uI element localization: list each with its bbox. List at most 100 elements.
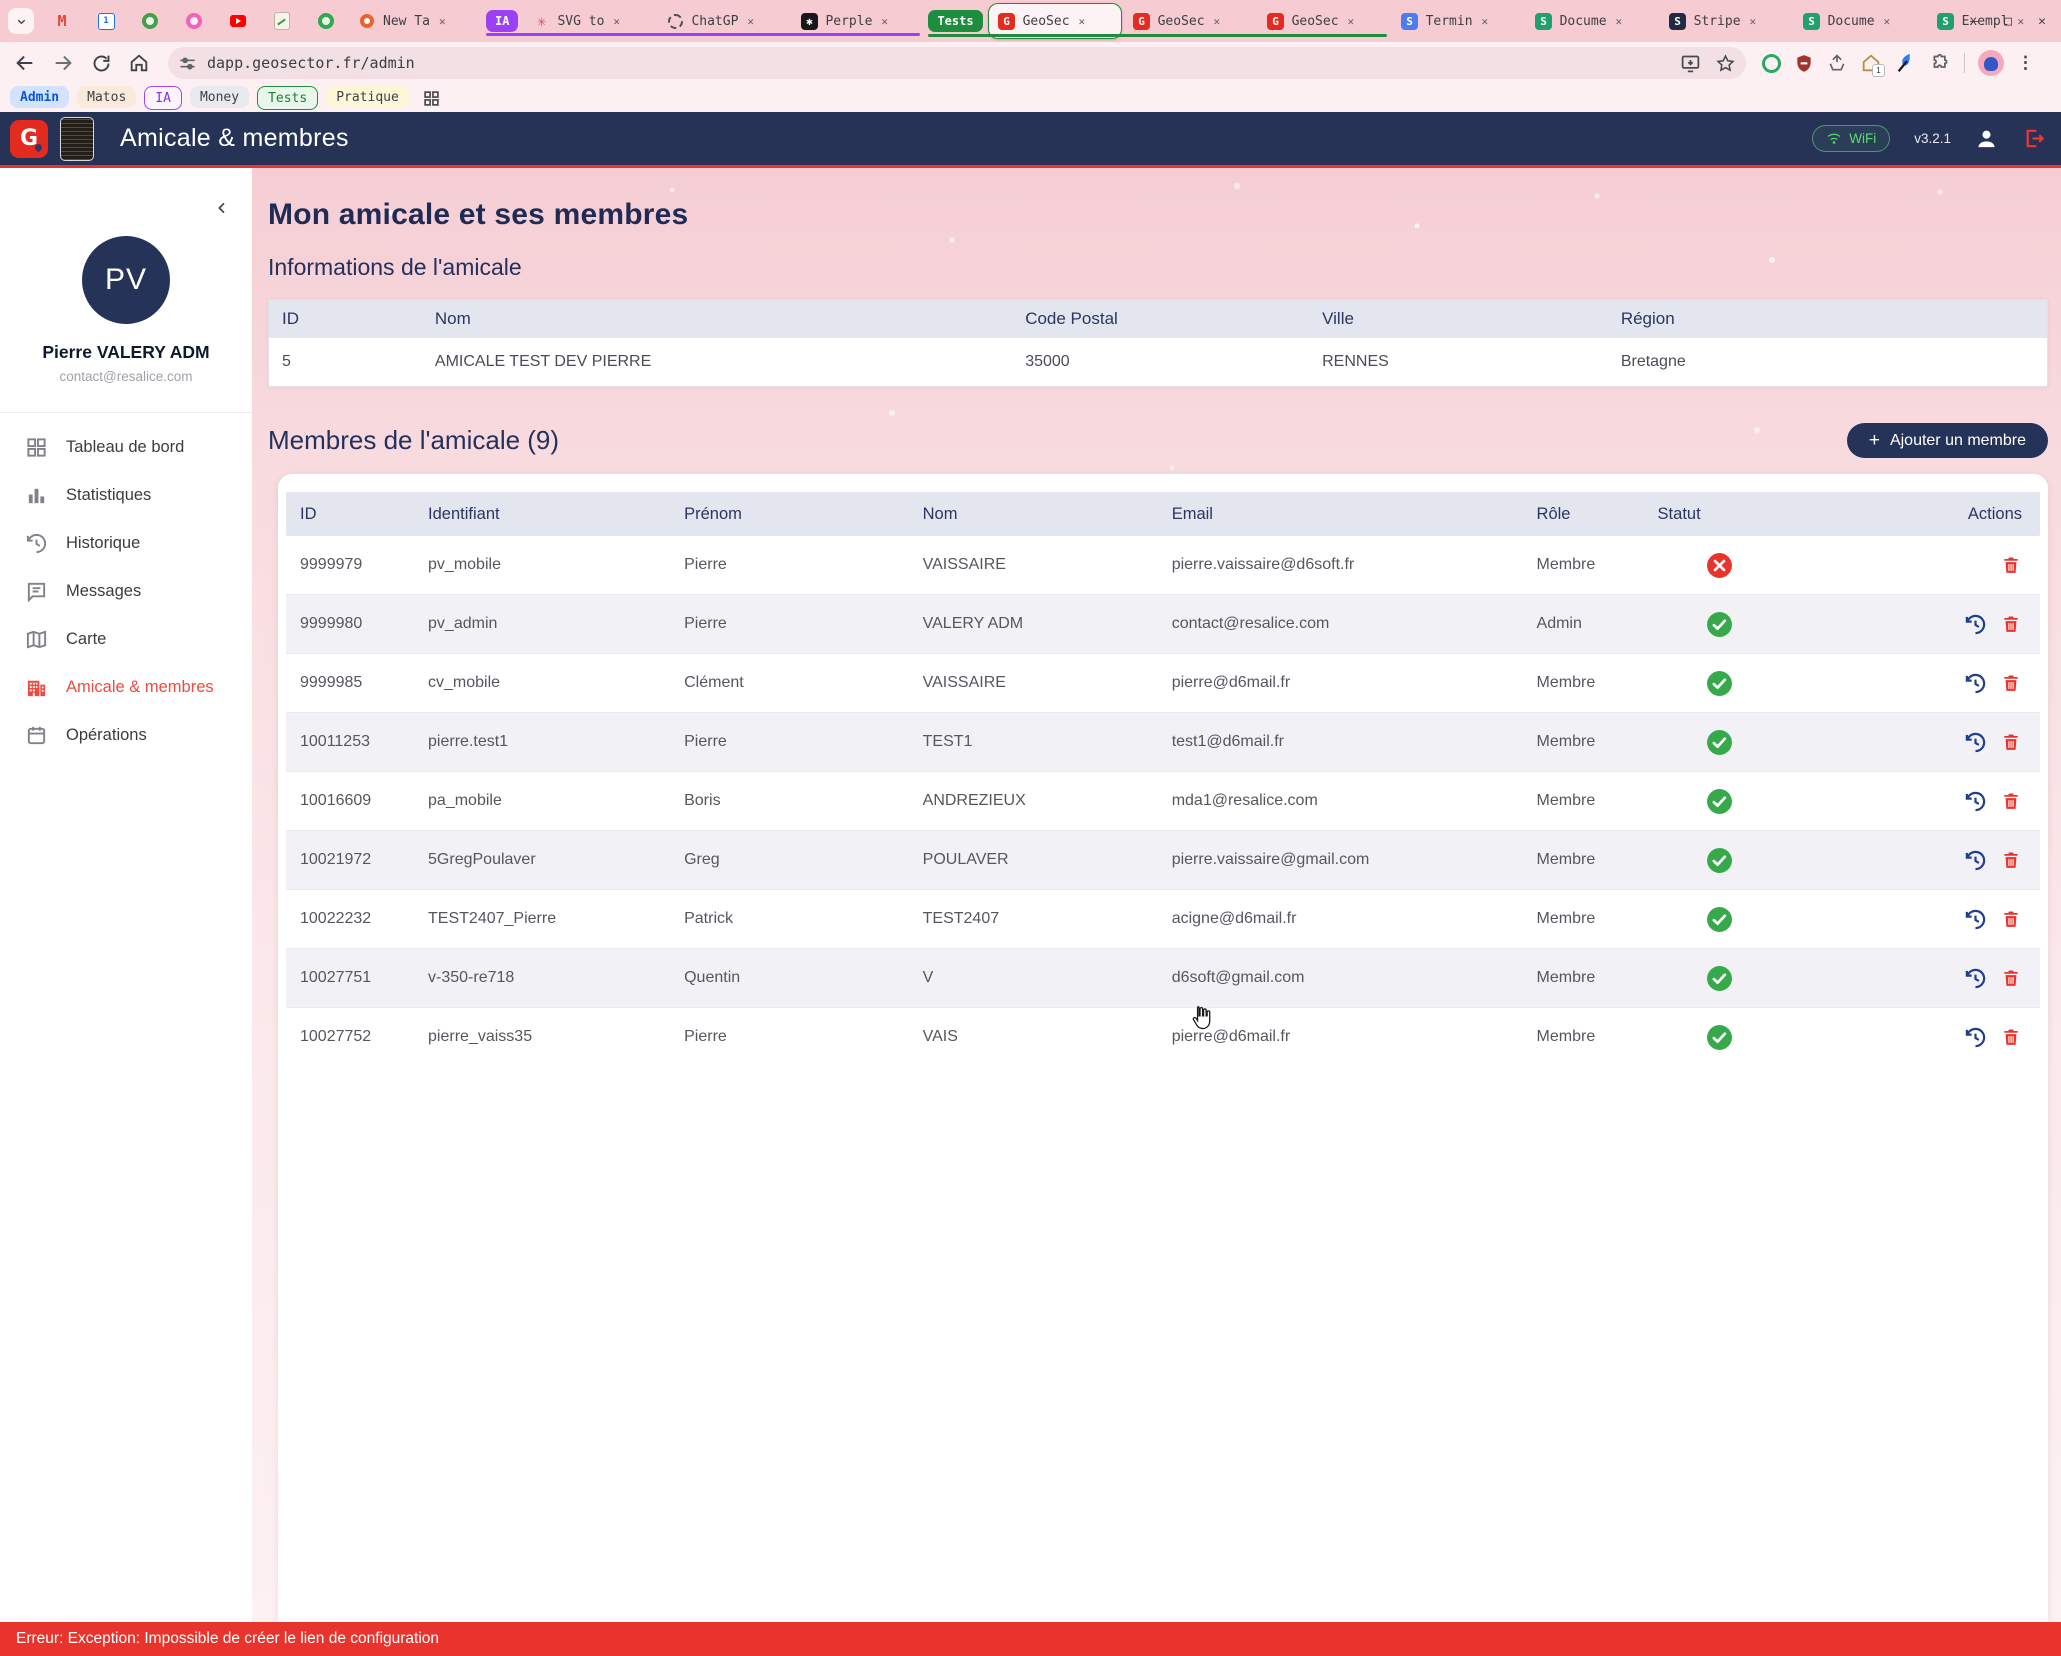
bookmark-group-tests[interactable]: Tests: [257, 86, 318, 110]
delete-member-button[interactable]: [2000, 967, 2022, 989]
tab[interactable]: GGeoSec✕: [1258, 4, 1390, 38]
member-row[interactable]: 10027752pierre_vaiss35PierreVAISpierre@d…: [286, 1007, 2040, 1066]
tab-group-chip[interactable]: Tests: [928, 10, 982, 32]
profile-avatar-icon[interactable]: [1978, 50, 2004, 76]
delete-member-button[interactable]: [2000, 1026, 2022, 1048]
close-tab-icon[interactable]: ✕: [439, 15, 446, 28]
logout-icon[interactable]: [2022, 127, 2045, 150]
tab[interactable]: SDocume✕: [1794, 4, 1926, 38]
pinned-tab-green-app[interactable]: [128, 4, 172, 38]
bookmark-group-matos[interactable]: Matos: [77, 86, 136, 108]
extension-grammarly-icon[interactable]: [1762, 54, 1781, 73]
apps-grid-icon[interactable]: [423, 90, 440, 107]
member-id: 9999980: [286, 615, 414, 633]
close-tab-icon[interactable]: ✕: [613, 15, 620, 28]
close-button[interactable]: ✕: [2033, 14, 2051, 29]
delete-member-button[interactable]: [2000, 908, 2022, 930]
close-tab-icon[interactable]: ✕: [1750, 15, 1757, 28]
close-tab-icon[interactable]: ✕: [1214, 15, 1221, 28]
reload-button[interactable]: [84, 46, 118, 80]
sidebar-item-op-rations[interactable]: Opérations: [0, 711, 252, 759]
app-title: Amicale & membres: [120, 124, 349, 153]
member-history-button[interactable]: [1964, 613, 1986, 635]
pinned-tab-gmail[interactable]: M: [40, 4, 84, 38]
close-tab-icon[interactable]: ✕: [1616, 15, 1623, 28]
tab[interactable]: SDocume✕: [1526, 4, 1658, 38]
extensions-puzzle-icon[interactable]: [1930, 53, 1951, 74]
sidebar-item-historique[interactable]: Historique: [0, 519, 252, 567]
tab-strip: M1 New Ta✕IA✳SVG to✕ChatGP✕✱Perple✕Tests…: [0, 0, 2061, 42]
pinned-tab-pink-app[interactable]: [172, 4, 216, 38]
sidebar-item-messages[interactable]: Messages: [0, 567, 252, 615]
url-text[interactable]: dapp.geosector.fr/admin: [207, 54, 1680, 72]
history-icon: [24, 531, 48, 555]
member-row[interactable]: 9999980pv_adminPierreVALERY ADMcontact@r…: [286, 594, 2040, 653]
bookmark-group-pratique[interactable]: Pratique: [326, 86, 409, 108]
sidebar-item-statistiques[interactable]: Statistiques: [0, 471, 252, 519]
user-name: Pierre VALERY ADM: [0, 342, 252, 363]
bookmark-star-icon[interactable]: [1715, 53, 1736, 74]
member-row[interactable]: 10022232TEST2407_PierrePatrickTEST2407ac…: [286, 889, 2040, 948]
member-role: Membre: [1523, 733, 1644, 751]
add-member-button[interactable]: + Ajouter un membre: [1847, 423, 2048, 458]
close-tab-icon[interactable]: ✕: [1482, 15, 1489, 28]
tab-search-button[interactable]: [8, 8, 34, 34]
install-app-icon[interactable]: [1680, 53, 1701, 74]
green-app-icon: [141, 12, 159, 30]
user-icon[interactable]: [1975, 127, 1998, 150]
member-row[interactable]: 9999985cv_mobileClémentVAISSAIREpierre@d…: [286, 653, 2040, 712]
sidebar-item-tableau-de-bord[interactable]: Tableau de bord: [0, 423, 252, 471]
forward-button[interactable]: [46, 46, 80, 80]
extension-pen-icon[interactable]: [1895, 52, 1917, 74]
close-tab-icon[interactable]: ✕: [881, 15, 888, 28]
tab[interactable]: SStripe✕: [1660, 4, 1792, 38]
menu-dots-icon[interactable]: ⋮: [2017, 53, 2034, 73]
bookmark-group-money[interactable]: Money: [190, 86, 249, 108]
pinned-tab-youtube[interactable]: [216, 4, 260, 38]
member-history-button[interactable]: [1964, 672, 1986, 694]
tab[interactable]: GGeoSec✕: [1124, 4, 1256, 38]
extension-recycle-icon[interactable]: [1827, 53, 1847, 73]
member-row[interactable]: 10027751v-350-re718QuentinVd6soft@gmail.…: [286, 948, 2040, 1007]
back-button[interactable]: [8, 46, 42, 80]
status-active-icon: [1706, 611, 1733, 638]
delete-member-button[interactable]: [2000, 849, 2022, 871]
member-history-button[interactable]: [1964, 790, 1986, 812]
extension-shield-icon[interactable]: [1794, 53, 1814, 74]
member-row[interactable]: 100219725GregPoulaverGregPOULAVERpierre.…: [286, 830, 2040, 889]
delete-member-button[interactable]: [2000, 672, 2022, 694]
tab[interactable]: STermin✕: [1392, 4, 1524, 38]
member-history-button[interactable]: [1964, 908, 1986, 930]
sidebar-collapse-button[interactable]: [214, 200, 230, 221]
member-history-button[interactable]: [1964, 967, 1986, 989]
pinned-tab-calendar[interactable]: 1: [84, 4, 128, 38]
delete-member-button[interactable]: [2000, 790, 2022, 812]
sidebar-item-amicale-membres[interactable]: Amicale & membres: [0, 663, 252, 711]
sidebar-item-carte[interactable]: Carte: [0, 615, 252, 663]
pinned-tab-notes-app[interactable]: [260, 4, 304, 38]
bookmark-group-ia[interactable]: IA: [144, 86, 182, 110]
minimize-button[interactable]: —: [1965, 14, 1983, 29]
site-info-icon[interactable]: [178, 54, 197, 73]
member-history-button[interactable]: [1964, 1026, 1986, 1048]
maximize-button[interactable]: □: [1999, 14, 2017, 29]
tab-group-chip[interactable]: IA: [486, 10, 518, 32]
address-bar[interactable]: dapp.geosector.fr/admin: [168, 47, 1746, 79]
bookmark-group-admin[interactable]: Admin: [10, 86, 69, 108]
member-row[interactable]: 10011253pierre.test1PierreTEST1test1@d6m…: [286, 712, 2040, 771]
tab[interactable]: New Ta✕: [349, 4, 481, 38]
delete-member-button[interactable]: [2000, 554, 2022, 576]
pinned-tab-green-badge[interactable]: [304, 4, 348, 38]
close-tab-icon[interactable]: ✕: [1079, 15, 1086, 28]
member-history-button[interactable]: [1964, 849, 1986, 871]
close-tab-icon[interactable]: ✕: [1348, 15, 1355, 28]
member-row[interactable]: 9999979pv_mobilePierreVAISSAIREpierre.va…: [286, 536, 2040, 594]
home-button[interactable]: [122, 46, 156, 80]
delete-member-button[interactable]: [2000, 731, 2022, 753]
delete-member-button[interactable]: [2000, 613, 2022, 635]
member-history-button[interactable]: [1964, 731, 1986, 753]
close-tab-icon[interactable]: ✕: [747, 15, 754, 28]
extension-home-icon[interactable]: 1: [1860, 52, 1882, 74]
close-tab-icon[interactable]: ✕: [1884, 15, 1891, 28]
member-row[interactable]: 10016609pa_mobileBorisANDREZIEUXmda1@res…: [286, 771, 2040, 830]
